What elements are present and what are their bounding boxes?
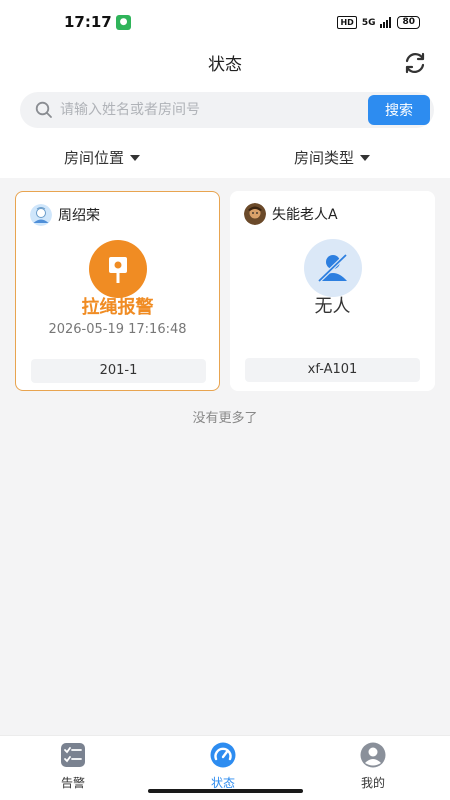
- avatar: [30, 204, 52, 226]
- search-input[interactable]: [60, 92, 380, 128]
- user-icon: [360, 742, 386, 768]
- alarm-time: 2026-05-19 17:16:48: [48, 322, 187, 337]
- room-type-filter[interactable]: 房间类型: [294, 147, 371, 168]
- resident-card[interactable]: 周绍荣 拉绳报警 2026-05-19 17:16:48 201-1: [15, 191, 220, 391]
- search-button[interactable]: 搜索: [368, 95, 430, 125]
- presence-status-text: 无人: [314, 296, 351, 317]
- caret-down-icon: [130, 154, 141, 161]
- room-number: xf-A101: [245, 358, 420, 382]
- resident-card[interactable]: 失能老人A 无人 xf-A101: [230, 191, 435, 391]
- card-header: 周绍荣: [30, 204, 100, 226]
- search-bar: 搜索: [20, 92, 434, 128]
- refresh-icon[interactable]: [402, 50, 428, 76]
- status-time: 17:17: [64, 13, 112, 31]
- battery-icon: 80: [397, 16, 420, 29]
- room-position-filter[interactable]: 房间位置: [64, 147, 141, 168]
- list-end-text: 没有更多了: [192, 411, 258, 426]
- nav-item-alerts[interactable]: 告警: [33, 742, 113, 791]
- home-indicator[interactable]: [148, 789, 303, 793]
- signal-icon: 5G: [361, 17, 376, 28]
- page-title: 状态: [208, 55, 242, 75]
- dashboard-icon: [210, 742, 236, 768]
- status-bar: 17:17 ● HD 5G 80: [0, 0, 450, 44]
- nav-item-mine[interactable]: 我的: [333, 742, 413, 791]
- caret-down-icon: [360, 154, 371, 161]
- card-header: 失能老人A: [244, 203, 338, 225]
- status-indicators: HD 5G 80: [337, 16, 420, 29]
- alarm-status-text: 拉绳报警: [81, 297, 154, 318]
- checklist-icon: [61, 743, 85, 767]
- resident-name: 失能老人A: [272, 207, 338, 223]
- room-number: 201-1: [31, 359, 206, 383]
- nav-label: 告警: [60, 776, 85, 790]
- search-icon: [35, 101, 52, 118]
- shield-icon: ●: [116, 15, 131, 30]
- avatar: [244, 203, 266, 225]
- nav-label: 我的: [360, 776, 385, 790]
- nav-item-status[interactable]: 状态: [183, 742, 263, 791]
- room-position-label: 房间位置: [64, 149, 125, 167]
- hd-badge: HD: [337, 16, 357, 29]
- signal-bars-icon: [380, 17, 392, 28]
- resident-name: 周绍荣: [58, 208, 100, 224]
- room-type-label: 房间类型: [294, 149, 355, 167]
- alarm-sign-icon: [88, 240, 147, 298]
- no-person-icon: [303, 239, 362, 297]
